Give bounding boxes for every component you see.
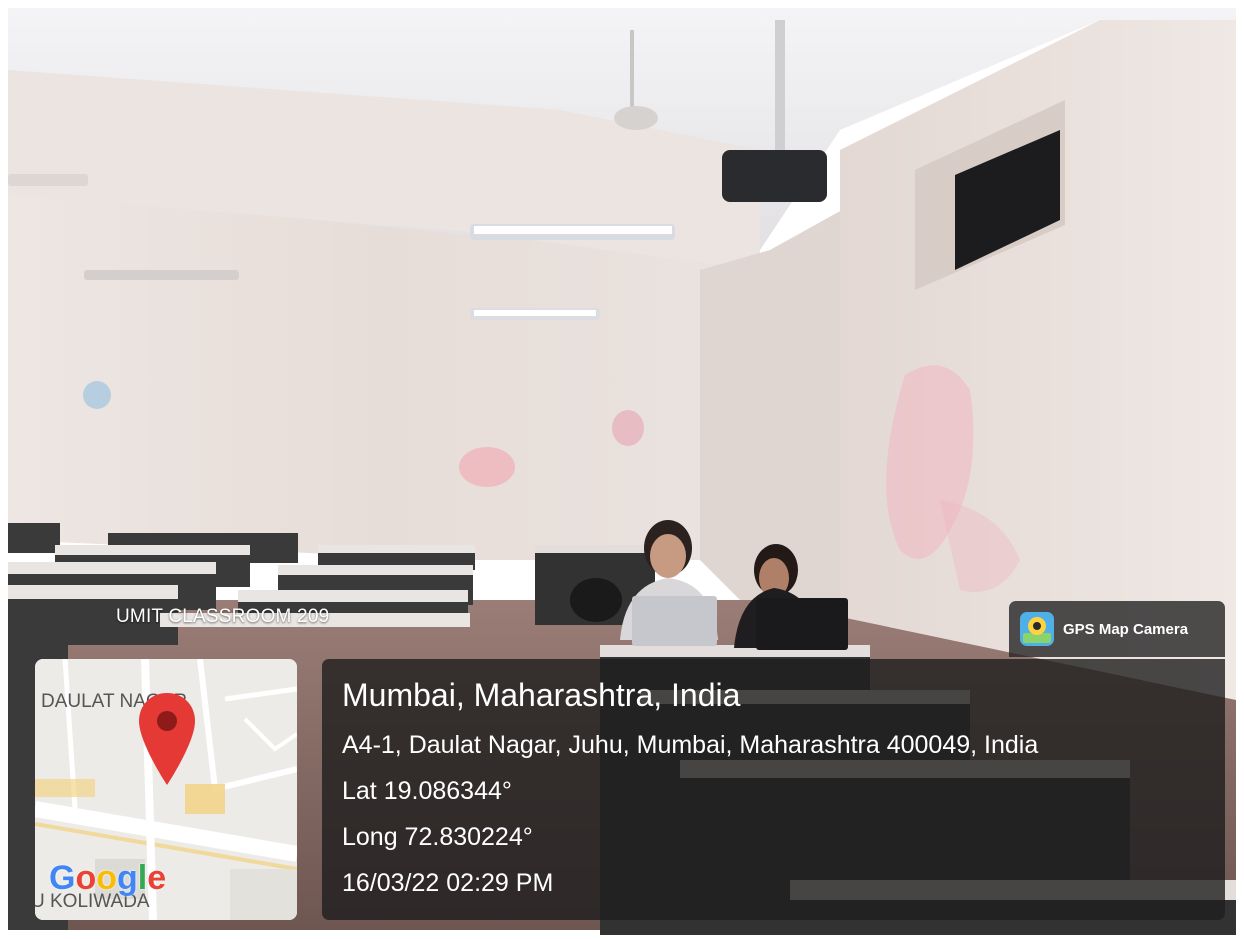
geotagged-photo: UMIT CLASSROOM 209 GPS Map Camera DAULAT… — [0, 0, 1244, 939]
timestamp: 16/03/22 02:29 PM — [342, 869, 554, 897]
longitude-value: Long 72.830224° — [342, 823, 533, 851]
app-name: GPS Map Camera — [1063, 620, 1189, 638]
map-pin-icon — [139, 693, 195, 785]
location-info-panel: Mumbai, Maharashtra, India A4-1, Daulat … — [322, 659, 1225, 920]
full-address: A4-1, Daulat Nagar, Juhu, Mumbai, Mahara… — [342, 731, 1039, 759]
google-logo: Google — [49, 859, 167, 897]
gps-map-camera-icon — [1020, 612, 1054, 646]
latitude-value: Lat 19.086344° — [342, 777, 512, 805]
app-badge: GPS Map Camera — [1009, 601, 1225, 657]
location-tag-label: UMIT CLASSROOM 209 — [116, 606, 330, 627]
mini-map: DAULAT NAGAR U KOLIWADA Google — [35, 659, 297, 920]
place-title: Mumbai, Maharashtra, India — [342, 677, 741, 713]
